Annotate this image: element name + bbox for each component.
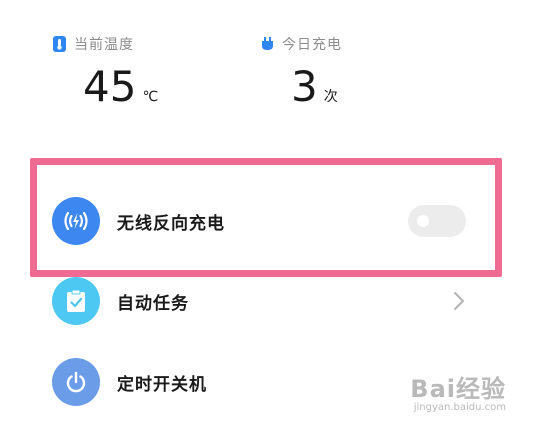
temperature-value: 45	[83, 62, 137, 111]
charges-value: 3	[291, 62, 318, 111]
setting-label: 自动任务	[117, 293, 189, 314]
charges-label: 今日充电	[282, 37, 342, 53]
thermometer-icon	[53, 36, 66, 52]
baidu-watermark: Bai经验 jingyan.baidu.com	[410, 369, 506, 413]
temperature-stat: 当前温度 45 ℃	[53, 34, 158, 108]
clipboard-check-icon	[52, 277, 100, 325]
setting-row-auto-tasks[interactable]: 自动任务	[52, 276, 472, 326]
highlight-frame	[30, 158, 502, 277]
watermark-sub: jingyan.baidu.com	[413, 402, 506, 413]
charges-stat: 今日充电 3 次	[261, 34, 342, 108]
chevron-right-icon	[454, 292, 464, 310]
plug-icon	[261, 36, 274, 52]
power-icon	[52, 358, 100, 406]
temperature-label: 当前温度	[74, 37, 134, 53]
temperature-unit: ℃	[142, 89, 159, 105]
setting-row-scheduled-power[interactable]: 定时开关机	[52, 357, 472, 407]
watermark-main: Bai经验	[410, 375, 506, 403]
charges-unit: 次	[323, 89, 338, 105]
